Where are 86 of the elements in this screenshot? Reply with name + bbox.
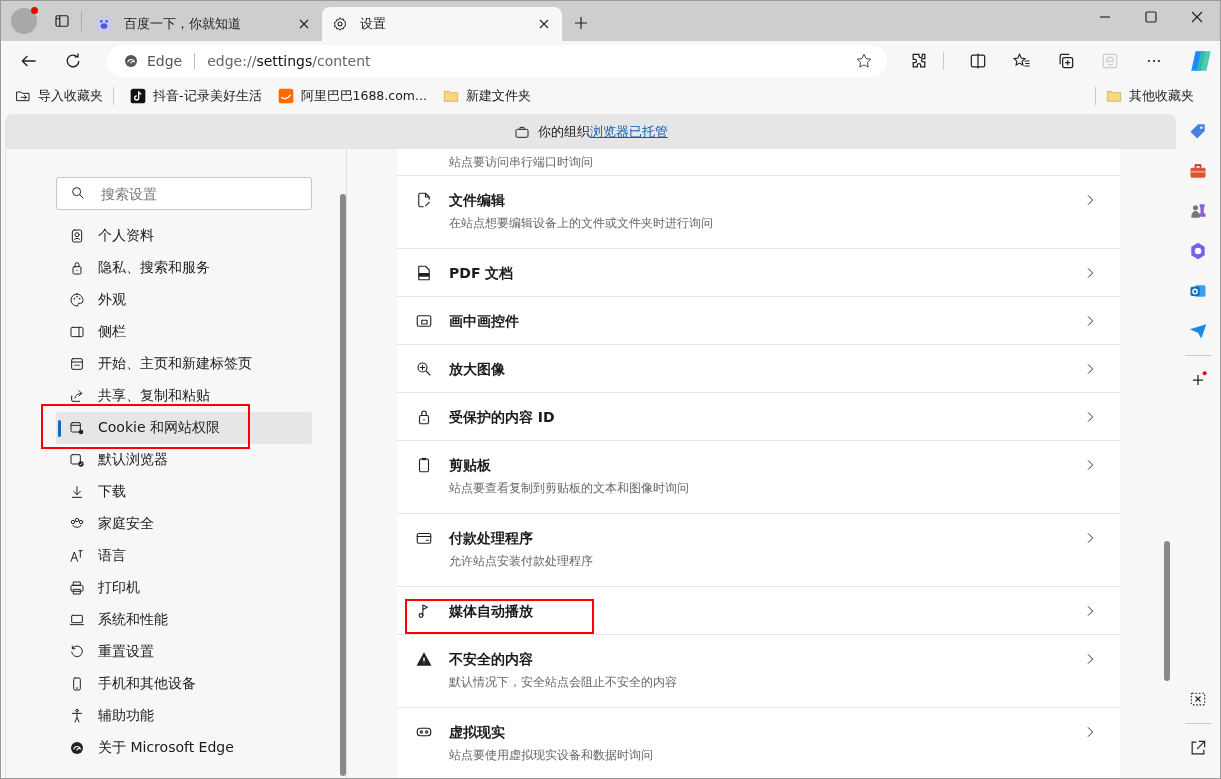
profile-avatar[interactable] [11,8,37,34]
tab-actions-icon[interactable] [53,12,71,30]
bookmark[interactable]: 阿里巴巴1688.com... [277,87,427,105]
warning-icon [415,650,433,668]
setting-title[interactable]: 受保护的内容 ID [449,407,1082,427]
nav-item[interactable]: 重置设置 [56,636,312,668]
bookmark-folder[interactable]: 其他收藏夹 [1106,87,1194,105]
nav-item[interactable]: 开始、主页和新建标签页 [56,348,312,380]
zoom-in-icon [415,360,433,378]
setting-title[interactable]: 放大图像 [449,359,1082,379]
nav-item[interactable]: 下载 [56,476,312,508]
edge-logo-icon [123,53,139,69]
setting-title[interactable]: 画中画控件 [449,311,1082,331]
laptop-icon [69,612,85,628]
nav-item[interactable]: 家庭安全 [56,508,312,540]
nav-item[interactable]: 系统和性能 [56,604,312,636]
download-icon [69,484,85,500]
alibaba-icon [277,88,294,104]
toolbox-icon[interactable] [1188,161,1208,181]
pdf-icon [415,264,433,282]
file-edit-icon [415,191,433,209]
nav-item[interactable]: Cookie 和网站权限 [56,412,312,444]
tiktok-icon [130,88,146,104]
browser-tab[interactable]: 设置 [322,7,562,41]
nav-item[interactable]: 共享、复制和粘贴 [56,380,312,412]
bookmark[interactable]: 新建文件夹 [442,87,531,105]
paw-icon [96,16,112,32]
accessibility-icon [69,708,85,724]
setting-description: 站点要使用虚拟现实设备和数据时询问 [449,747,654,763]
nav-item[interactable]: 侧栏 [56,316,312,348]
cookie-settings-icon [69,420,85,436]
language-icon [69,548,85,564]
settings-icon [332,16,348,32]
site-label: Edge [147,53,183,69]
sidebar-icon [69,324,85,340]
setting-title[interactable]: 剪贴板 [449,455,1082,475]
folder-icon [442,88,459,104]
nav-item[interactable]: 隐私、搜索和服务 [56,252,312,284]
nav-item[interactable]: 打印机 [56,572,312,604]
setting-title[interactable]: 不安全的内容 [449,649,1082,669]
lock-icon [69,260,85,276]
folder-icon [1106,88,1122,104]
folder-import-icon [15,88,31,104]
copilot-icon[interactable] [1188,48,1214,74]
scrollbar[interactable] [340,194,346,776]
browser-tab[interactable]: 百度一下，你就知道 [86,7,322,41]
star-icon[interactable] [855,52,874,70]
search-icon [70,185,86,201]
profile-icon [69,228,85,244]
nav-item[interactable]: 关于 Microsoft Edge [56,732,312,764]
search-field[interactable]: 搜索设置 [56,177,312,210]
share-icon [69,388,85,404]
nav-item[interactable]: 外观 [56,284,312,316]
setting-title[interactable]: 虚拟现实 [449,722,1082,742]
managed-link[interactable]: 浏览器已托管 [590,123,668,139]
setting-description: 站点要查看复制到剪贴板的文本和图像时询问 [449,480,690,496]
setting-title[interactable]: PDF 文档 [449,263,1082,283]
reset-icon [69,644,85,660]
nav-item[interactable]: 默认浏览器 [56,444,312,476]
nav-item[interactable]: 语言 [56,540,312,572]
bookmark[interactable]: 抖音-记录美好生活 [130,87,262,105]
nav-item[interactable]: 个人资料 [56,220,312,252]
setting-title[interactable]: 文件编辑 [449,190,1082,210]
bookmark[interactable]: 导入收藏夹 [15,87,114,105]
browser-check-icon [69,452,85,468]
setting-title[interactable]: 付款处理程序 [449,528,1082,548]
nav-item[interactable]: 辅助功能 [56,700,312,732]
new-tab-icon[interactable] [572,14,590,32]
palette-icon [69,292,85,308]
tag-icon[interactable] [1188,121,1208,141]
managed-text: 你的组织浏览器已托管 [538,122,668,141]
edge-logo-icon [69,740,85,756]
setting-description: 允许站点安装付款处理程序 [449,553,594,569]
nav-item[interactable]: 手机和其他设备 [56,668,312,700]
printer-icon [69,580,85,596]
picture-in-picture-icon [415,312,433,330]
url-text: edge://settings/content [207,53,371,69]
split-screen-icon[interactable] [968,51,988,71]
address-bar[interactable]: Edge edge://settings/content [107,45,888,77]
setting-title[interactable]: 媒体自动播放 [449,601,1082,621]
hexagon-logo-icon[interactable] [1188,241,1208,261]
home-page-icon [69,356,85,372]
setting-description: 默认情况下，安全站点会阻止不安全的内容 [449,674,678,690]
setting-description: 在站点想要编辑设备上的文件或文件夹时进行询问 [449,215,714,231]
setting-description: 站点要访问串行端口时询问 [449,154,593,170]
scrollbar[interactable] [1164,541,1170,681]
